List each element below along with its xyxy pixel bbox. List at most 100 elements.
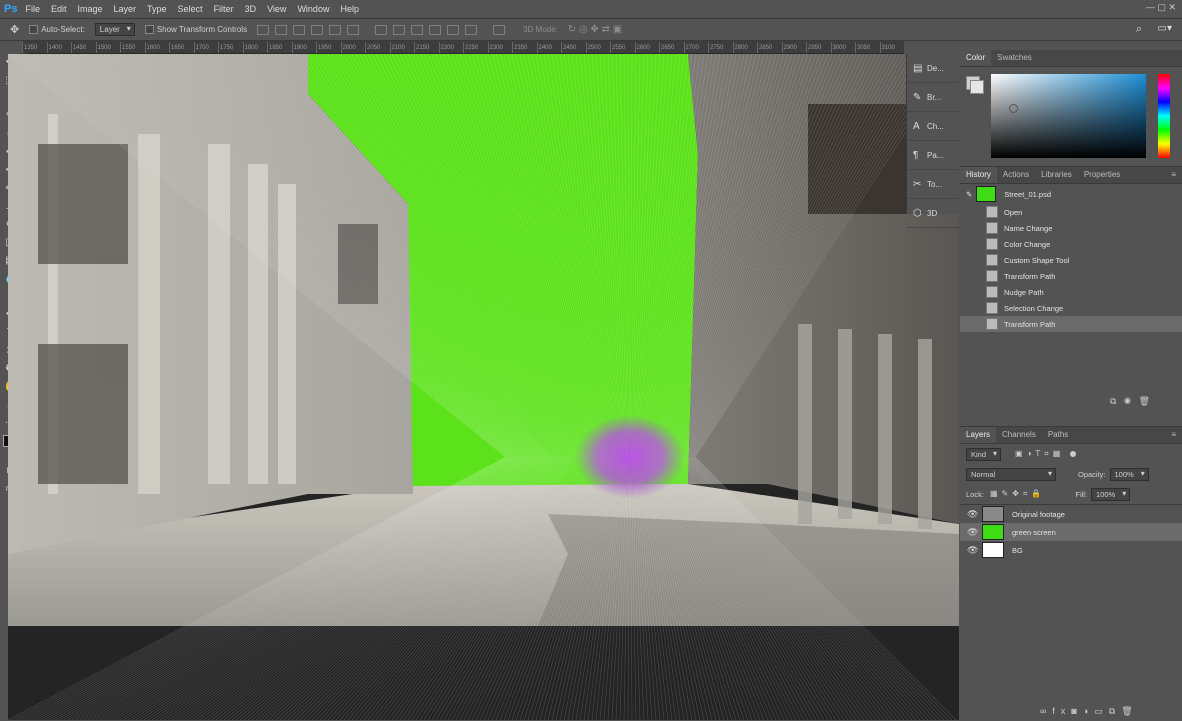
- distribute-center-icon[interactable]: [447, 24, 460, 35]
- tab-properties[interactable]: Properties: [1078, 167, 1126, 183]
- show-transform-checkbox[interactable]: Show Transform Controls: [144, 25, 248, 34]
- menu-file[interactable]: File: [25, 4, 40, 14]
- align-left-icon[interactable]: [311, 24, 324, 35]
- filter-toggle-icon[interactable]: [1070, 451, 1077, 457]
- ruler-tick: 1500: [95, 42, 121, 53]
- history-item[interactable]: Selection Change: [960, 300, 1182, 316]
- ruler-tick: 1550: [120, 42, 145, 53]
- hue-slider[interactable]: [1158, 74, 1170, 158]
- collapsed-panels: ▤ De... ✎ Br... A Ch... ¶ Pa... ✂ To... ⬡ 3D: [906, 54, 959, 228]
- color-picker-cursor[interactable]: [1009, 104, 1018, 113]
- move-tool-icon[interactable]: ✥: [10, 23, 19, 36]
- device-preview-icon: ▤: [913, 62, 923, 74]
- history-item[interactable]: Transform Path: [960, 268, 1182, 284]
- menu-3d[interactable]: 3D: [245, 4, 257, 14]
- tab-layers[interactable]: Layers: [960, 427, 997, 443]
- menu-type[interactable]: Type: [147, 4, 167, 14]
- tab-paths[interactable]: Paths: [1042, 427, 1074, 443]
- auto-align-icon[interactable]: [493, 24, 506, 35]
- filter-type-icons[interactable]: ▣◑T⌗▦: [1015, 449, 1064, 459]
- panel-device-preview[interactable]: ▤ De...: [907, 54, 959, 83]
- history-item[interactable]: Name Change: [960, 220, 1182, 236]
- panel-3d[interactable]: ⬡ 3D: [907, 199, 959, 228]
- history-item[interactable]: Custom Shape Tool: [960, 252, 1182, 268]
- tab-color[interactable]: Color: [960, 50, 992, 66]
- tab-libraries[interactable]: Libraries: [1035, 167, 1078, 183]
- menu-layer[interactable]: Layer: [114, 4, 137, 14]
- distribute-middle-icon[interactable]: [393, 24, 406, 35]
- panel-brush[interactable]: ✎ Br...: [907, 83, 959, 112]
- align-top-icon[interactable]: [257, 24, 270, 35]
- layer-name[interactable]: BG: [1012, 546, 1023, 555]
- auto-select-dropdown[interactable]: Layer: [94, 23, 135, 36]
- 3d-orbit-icon[interactable]: ↻ ◎ ✥ ⇄ ▣: [568, 24, 622, 35]
- align-bottom-icon[interactable]: [293, 24, 306, 35]
- layers-footer-icons[interactable]: ∞fx◙◑▭⧉🗑: [1040, 706, 1139, 717]
- background-swatch[interactable]: [970, 80, 984, 94]
- layers-menu-icon[interactable]: ≡: [1165, 427, 1182, 443]
- photoshop-logo: Ps: [4, 3, 18, 15]
- align-middle-icon[interactable]: [275, 24, 288, 35]
- tab-channels[interactable]: Channels: [996, 427, 1042, 443]
- layer-row[interactable]: 👁 Original footage: [960, 505, 1182, 523]
- visibility-eye-icon[interactable]: 👁: [967, 509, 978, 520]
- align-right-icon[interactable]: [347, 24, 360, 35]
- menu-view[interactable]: View: [267, 4, 286, 14]
- history-snapshot[interactable]: ✎ Street_01.psd: [960, 184, 1182, 204]
- document-canvas[interactable]: [8, 54, 959, 720]
- ruler-tick: 2950: [806, 42, 831, 53]
- history-item[interactable]: Nudge Path: [960, 284, 1182, 300]
- fill-input[interactable]: 100%: [1091, 487, 1131, 501]
- history-step-icon: [986, 222, 998, 234]
- character-icon: A: [913, 120, 920, 132]
- panel-label: 3D: [927, 208, 938, 218]
- align-center-icon[interactable]: [329, 24, 342, 35]
- ruler-tick: 1950: [316, 42, 341, 53]
- 3d-icon: ⬡: [913, 207, 922, 219]
- visibility-eye-icon[interactable]: 👁: [967, 545, 978, 556]
- ruler-tick: 2600: [634, 42, 660, 53]
- ruler-tick: 2050: [365, 42, 390, 53]
- visibility-eye-icon[interactable]: 👁: [967, 527, 978, 538]
- filter-kind-dropdown[interactable]: Kind: [966, 447, 1002, 461]
- tab-swatches[interactable]: Swatches: [991, 50, 1038, 66]
- layer-row-selected[interactable]: 👁 green screen: [960, 523, 1182, 541]
- panel-tool-presets[interactable]: ✂ To...: [907, 170, 959, 199]
- opacity-input[interactable]: 100%: [1109, 467, 1149, 481]
- menu-help[interactable]: Help: [340, 4, 359, 14]
- menu-image[interactable]: Image: [78, 4, 103, 14]
- distribute-bottom-icon[interactable]: [411, 24, 424, 35]
- workspace-icon[interactable]: ▭▾: [1158, 23, 1172, 34]
- window-controls-icon[interactable]: — ▢ ✕: [1146, 2, 1176, 13]
- color-field[interactable]: [991, 74, 1146, 158]
- ruler-tick: 2850: [757, 42, 782, 53]
- tab-actions[interactable]: Actions: [997, 167, 1035, 183]
- menu-window[interactable]: Window: [297, 4, 329, 14]
- distribute-top-icon[interactable]: [375, 24, 388, 35]
- distribute-left-icon[interactable]: [429, 24, 442, 35]
- panel-label: Br...: [927, 92, 942, 102]
- panel-character[interactable]: A Ch...: [907, 112, 959, 141]
- layer-name[interactable]: Original footage: [1012, 510, 1065, 519]
- panel-menu-icon[interactable]: ≡: [1165, 167, 1182, 183]
- blend-mode-dropdown[interactable]: Normal: [966, 467, 1056, 481]
- show-transform-label: Show Transform Controls: [156, 25, 248, 34]
- history-item[interactable]: Transform Path: [960, 316, 1182, 332]
- layer-name[interactable]: green screen: [1012, 528, 1056, 537]
- search-icon[interactable]: ⌕: [1136, 23, 1142, 36]
- ruler-tick: 1900: [291, 42, 317, 53]
- history-footer-icons[interactable]: ⧉ ◉ 🗑: [1110, 396, 1150, 407]
- tab-history[interactable]: History: [960, 167, 997, 183]
- distribute-right-icon[interactable]: [465, 24, 478, 35]
- lock-icons[interactable]: ▦✎✥⌗🔒: [990, 489, 1045, 499]
- history-item[interactable]: Open: [960, 204, 1182, 220]
- history-item-label: Name Change: [1004, 223, 1053, 233]
- auto-select-checkbox[interactable]: Auto-Select:: [29, 25, 85, 34]
- history-item[interactable]: Color Change: [960, 236, 1182, 252]
- menu-select[interactable]: Select: [178, 4, 203, 14]
- history-panel: History Actions Libraries Properties ≡ ✎…: [960, 166, 1182, 413]
- panel-paragraph[interactable]: ¶ Pa...: [907, 141, 959, 170]
- menu-edit[interactable]: Edit: [51, 4, 67, 14]
- layer-row[interactable]: 👁 BG: [960, 541, 1182, 559]
- menu-filter[interactable]: Filter: [214, 4, 234, 14]
